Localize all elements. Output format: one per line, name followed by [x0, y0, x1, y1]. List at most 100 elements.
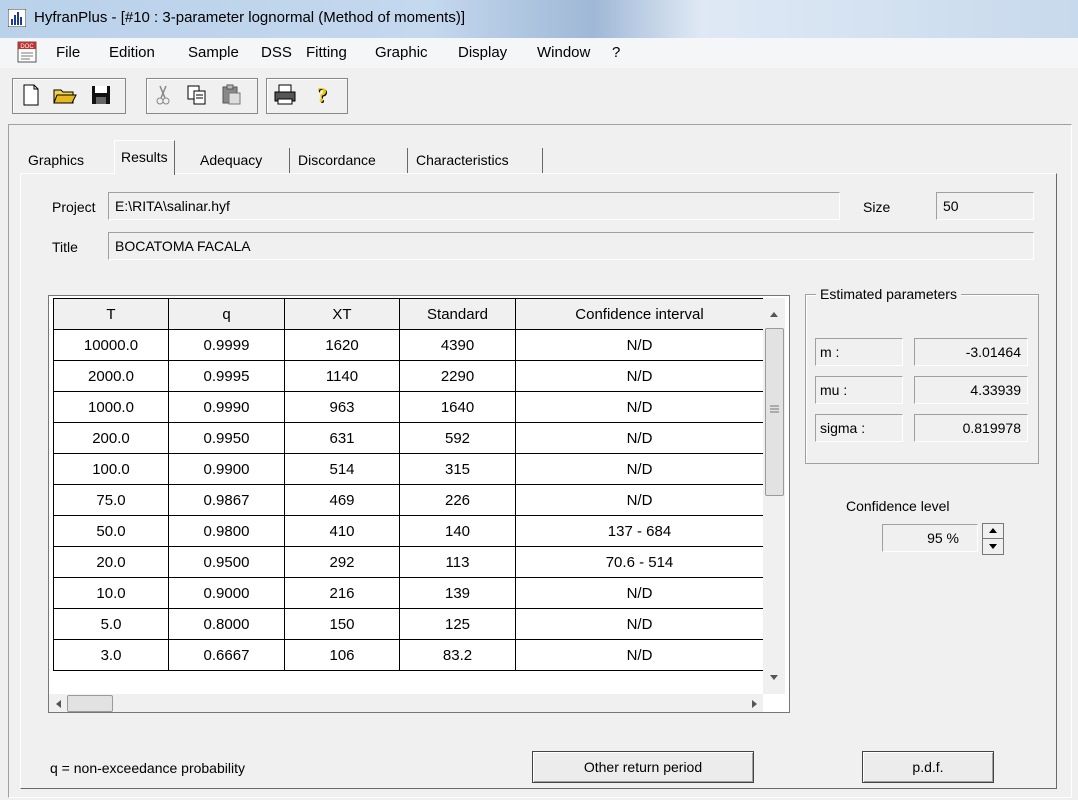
cell-q: 0.6667	[168, 639, 285, 671]
table-header-row: T q XT Standard Confidence interval	[53, 298, 764, 330]
menu-sample[interactable]: Sample	[188, 44, 239, 61]
menu-file[interactable]: File	[56, 44, 80, 61]
menu-graphic[interactable]: Graphic	[375, 44, 428, 61]
menu-edition[interactable]: Edition	[109, 44, 155, 61]
cell-confidence-interval: N/D	[515, 360, 764, 392]
cell-xt: 631	[284, 422, 400, 454]
cell-q: 0.9950	[168, 422, 285, 454]
tab-results[interactable]: Results	[114, 140, 175, 175]
cell-xt: 292	[284, 546, 400, 578]
tab-characteristics[interactable]: Characteristics	[410, 146, 515, 174]
copy-icon[interactable]	[184, 82, 210, 108]
confidence-level-spinner[interactable]	[982, 523, 1004, 555]
cell-q: 0.9000	[168, 577, 285, 609]
param-value-sigma: 0.819978	[914, 414, 1028, 442]
cell-standard: 2290	[399, 360, 516, 392]
table-row[interactable]: 200.0 0.9950 631 592 N/D	[53, 422, 764, 454]
cell-xt: 1140	[284, 360, 400, 392]
cell-confidence-interval: N/D	[515, 391, 764, 423]
cell-t: 100.0	[53, 453, 169, 485]
menu-display[interactable]: Display	[458, 44, 507, 61]
tab-adequacy[interactable]: Adequacy	[194, 146, 268, 174]
table-row[interactable]: 100.0 0.9900 514 315 N/D	[53, 453, 764, 485]
cell-t: 10.0	[53, 577, 169, 609]
open-folder-icon[interactable]	[52, 82, 78, 108]
cut-icon[interactable]	[150, 82, 176, 108]
cell-standard: 139	[399, 577, 516, 609]
table-row[interactable]: 1000.0 0.9990 963 1640 N/D	[53, 391, 764, 423]
spin-down-arrow-icon	[989, 544, 997, 549]
save-icon[interactable]	[88, 82, 114, 108]
cell-q: 0.9500	[168, 546, 285, 578]
param-name-m: m :	[815, 338, 903, 366]
confidence-level-field[interactable]: 95 %	[882, 524, 978, 552]
cell-t: 20.0	[53, 546, 169, 578]
cell-xt: 1620	[284, 329, 400, 361]
table-row[interactable]: 2000.0 0.9995 1140 2290 N/D	[53, 360, 764, 392]
spin-up-button[interactable]	[983, 524, 1003, 539]
table-row[interactable]: 5.0 0.8000 150 125 N/D	[53, 608, 764, 640]
results-table: T q XT Standard Confidence interval 1000…	[53, 298, 764, 671]
cell-standard: 226	[399, 484, 516, 516]
help-icon[interactable]: ??	[310, 82, 336, 108]
table-row[interactable]: 50.0 0.9800 410 140 137 - 684	[53, 515, 764, 547]
cell-t: 2000.0	[53, 360, 169, 392]
cell-q: 0.9800	[168, 515, 285, 547]
new-document-icon[interactable]	[18, 82, 44, 108]
probability-note: q = non-exceedance probability	[50, 760, 245, 776]
table-row[interactable]: 75.0 0.9867 469 226 N/D	[53, 484, 764, 516]
title-label: Title	[52, 239, 78, 255]
column-header-t[interactable]: T	[53, 298, 169, 330]
menu-dss[interactable]: DSS	[261, 44, 292, 61]
table-row[interactable]: 20.0 0.9500 292 113 70.6 - 514	[53, 546, 764, 578]
paste-icon[interactable]	[218, 82, 244, 108]
cell-t: 50.0	[53, 515, 169, 547]
column-header-confidence-interval[interactable]: Confidence interval	[515, 298, 764, 330]
title-field: BOCATOMA FACALA	[108, 232, 1034, 260]
cell-confidence-interval: N/D	[515, 422, 764, 454]
grip-icon	[770, 405, 779, 413]
tab-discordance[interactable]: Discordance	[292, 146, 382, 174]
tab-separator	[407, 148, 408, 174]
tab-graphics[interactable]: Graphics	[22, 146, 90, 174]
cell-confidence-interval: N/D	[515, 453, 764, 485]
svg-text:DOC: DOC	[20, 44, 34, 50]
column-header-xt[interactable]: XT	[284, 298, 400, 330]
spin-down-button[interactable]	[983, 539, 1003, 554]
confidence-level-label: Confidence level	[846, 498, 950, 514]
tab-separator	[289, 148, 290, 174]
menu-fitting[interactable]: Fitting	[306, 44, 347, 61]
column-header-q[interactable]: q	[168, 298, 285, 330]
cell-standard: 140	[399, 515, 516, 547]
menu-help[interactable]: ?	[612, 44, 620, 61]
document-window-icon[interactable]: DOC	[16, 41, 38, 63]
cell-xt: 106	[284, 639, 400, 671]
estimated-parameters-caption: Estimated parameters	[816, 286, 961, 302]
table-row[interactable]: 10000.0 0.9999 1620 4390 N/D	[53, 329, 764, 361]
cell-standard: 83.2	[399, 639, 516, 671]
table-row[interactable]: 10.0 0.9000 216 139 N/D	[53, 577, 764, 609]
cell-standard: 4390	[399, 329, 516, 361]
scroll-left-arrow-icon[interactable]	[54, 699, 62, 709]
scroll-thumb[interactable]	[67, 695, 113, 712]
menu-window[interactable]: Window	[537, 44, 590, 61]
cell-xt: 150	[284, 608, 400, 640]
table-vertical-scrollbar[interactable]	[763, 298, 785, 694]
table-row[interactable]: 3.0 0.6667 106 83.2 N/D	[53, 639, 764, 671]
other-return-period-button[interactable]: Other return period	[532, 751, 754, 783]
param-name-mu: mu :	[815, 376, 903, 404]
table-horizontal-scrollbar[interactable]	[49, 694, 763, 712]
scroll-right-arrow-icon[interactable]	[751, 699, 759, 709]
param-value-mu: 4.33939	[914, 376, 1028, 404]
title-bar: HyfranPlus - [#10 : 3-parameter lognorma…	[0, 0, 1078, 38]
column-header-standard[interactable]: Standard	[399, 298, 516, 330]
scroll-up-arrow-icon[interactable]	[769, 310, 779, 318]
scroll-thumb[interactable]	[765, 328, 784, 496]
scroll-down-arrow-icon[interactable]	[769, 674, 779, 682]
window-title: HyfranPlus - [#10 : 3-parameter lognorma…	[34, 9, 466, 26]
tab-separator	[542, 148, 543, 174]
app-chart-icon	[8, 9, 26, 27]
cell-q: 0.8000	[168, 608, 285, 640]
print-icon[interactable]	[272, 82, 298, 108]
pdf-button[interactable]: p.d.f.	[862, 751, 994, 783]
